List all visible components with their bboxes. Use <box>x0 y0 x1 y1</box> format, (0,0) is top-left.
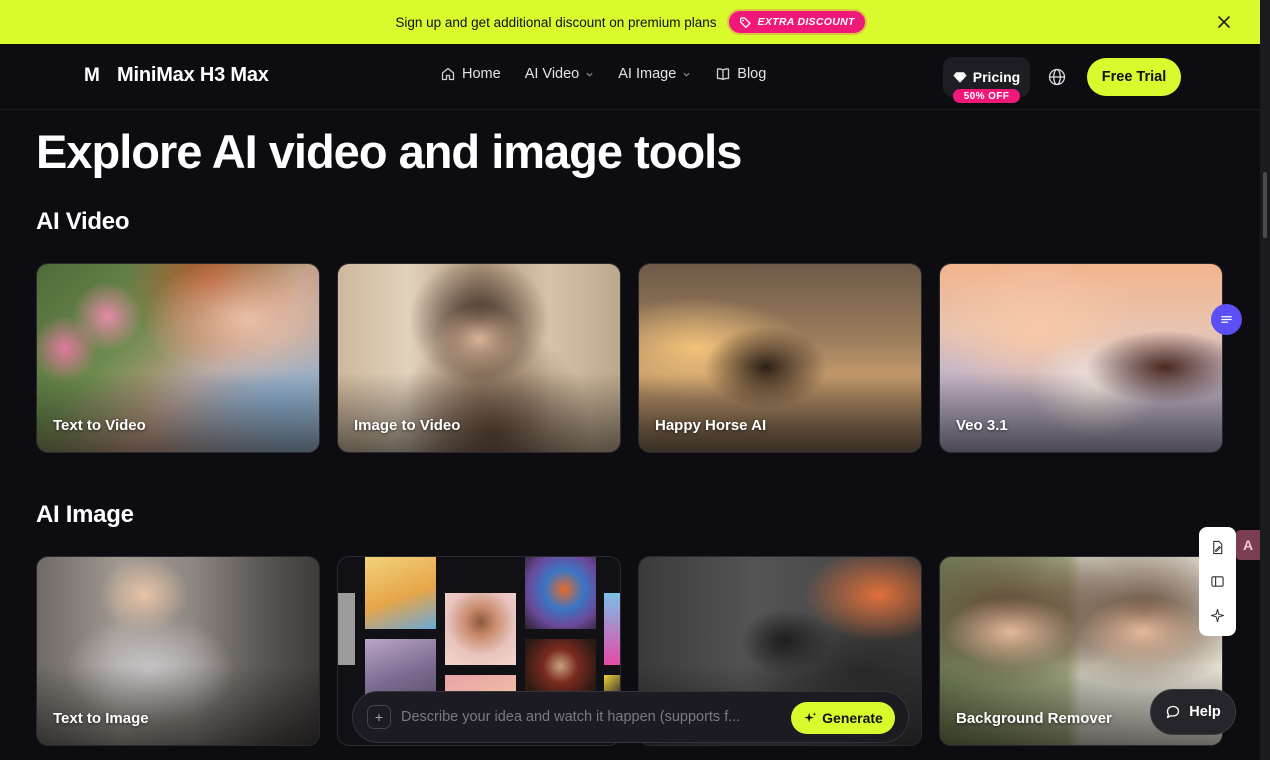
plus-icon: + <box>374 709 384 725</box>
card-text-to-video[interactable]: Text to Video <box>36 263 320 453</box>
scrollbar-thumb[interactable] <box>1263 172 1267 238</box>
collage-tile <box>604 593 620 665</box>
card-label: Happy Horse AI <box>655 417 767 434</box>
tool-edit-doc[interactable] <box>1206 536 1230 560</box>
collage-tile <box>365 557 436 629</box>
chevron-down-icon <box>586 72 593 77</box>
add-attachment-button[interactable]: + <box>367 705 391 729</box>
nav-ai-video[interactable]: AI Video <box>525 66 595 82</box>
help-button[interactable]: Help <box>1150 689 1236 735</box>
diamond-icon <box>953 72 967 83</box>
scrollbar[interactable] <box>1260 0 1270 760</box>
tag-icon <box>739 16 751 28</box>
card-shade <box>37 665 319 745</box>
nav-blog-label: Blog <box>737 66 767 82</box>
promo-banner: Sign up and get additional discount on p… <box>0 0 1260 44</box>
chat-fab-button[interactable] <box>1211 304 1242 335</box>
top-navbar: M MiniMax H3 Max Home AI Video AI Image … <box>0 44 1260 110</box>
extra-discount-label: EXTRA DISCOUNT <box>757 16 855 28</box>
pricing-discount-badge: 50% OFF <box>953 89 1020 103</box>
collage-tile <box>338 593 355 665</box>
nav-blog[interactable]: Blog <box>715 66 766 82</box>
avatar[interactable]: A <box>1236 530 1260 560</box>
logo-mark: M <box>84 64 100 86</box>
document-edit-icon <box>1213 541 1223 555</box>
home-icon <box>441 67 455 81</box>
nav-home-label: Home <box>462 66 501 82</box>
card-shade <box>37 372 319 452</box>
card-shade <box>338 372 620 452</box>
generate-label: Generate <box>822 710 883 726</box>
close-icon[interactable] <box>1214 12 1234 32</box>
extra-discount-badge[interactable]: EXTRA DISCOUNT <box>728 11 865 33</box>
sparkle-icon <box>1210 608 1225 622</box>
free-trial-button[interactable]: Free Trial <box>1087 58 1181 96</box>
card-text-to-image[interactable]: Text to Image <box>36 556 320 746</box>
lines-icon <box>1221 316 1232 323</box>
tool-ai[interactable] <box>1206 603 1230 627</box>
card-label: Background Remover <box>956 710 1112 727</box>
chevron-down-icon <box>683 72 690 77</box>
sidebar-icon <box>1211 576 1224 587</box>
card-label: Text to Video <box>53 417 146 434</box>
nav-links: Home AI Video AI Image Blog <box>440 66 790 82</box>
book-icon <box>717 68 730 81</box>
tool-sidebar[interactable] <box>1206 569 1230 593</box>
collage-tile <box>365 639 436 699</box>
generate-button[interactable]: Generate <box>791 702 895 734</box>
nav-ai-video-label: AI Video <box>524 66 580 82</box>
brand-name: MiniMax H3 Max <box>117 64 269 86</box>
collage-tile <box>445 593 516 665</box>
card-image-to-video[interactable]: Image to Video <box>337 263 621 453</box>
section-title-ai-image: AI Image <box>36 501 134 528</box>
globe-icon[interactable] <box>1047 67 1067 87</box>
pricing-label: Pricing <box>972 69 1021 85</box>
collage-tile <box>525 557 596 629</box>
section-title-ai-video: AI Video <box>36 208 130 235</box>
card-happy-horse-ai[interactable]: Happy Horse AI <box>638 263 922 453</box>
nav-ai-image-label: AI Image <box>618 66 677 82</box>
nav-home[interactable]: Home <box>440 66 501 82</box>
card-veo-3-1[interactable]: Veo 3.1 <box>939 263 1223 453</box>
banner-text: Sign up and get additional discount on p… <box>395 14 717 30</box>
help-label: Help <box>1189 704 1221 720</box>
nav-ai-image[interactable]: AI Image <box>618 66 691 82</box>
floating-tool-panel <box>1199 527 1236 636</box>
card-label: Veo 3.1 <box>956 417 1008 434</box>
logo[interactable]: M MiniMax H3 Max <box>84 64 269 87</box>
card-label: Text to Image <box>53 710 149 727</box>
prompt-input[interactable] <box>401 709 785 725</box>
sparkle-icon <box>804 712 817 723</box>
collage-tile <box>525 639 596 699</box>
card-shade <box>940 372 1222 452</box>
card-shade <box>639 372 921 452</box>
chat-bubble-icon <box>1167 705 1180 719</box>
card-label: Image to Video <box>354 417 461 434</box>
prompt-bar: + Generate <box>352 691 909 743</box>
page-title: Explore AI video and image tools <box>36 125 742 178</box>
